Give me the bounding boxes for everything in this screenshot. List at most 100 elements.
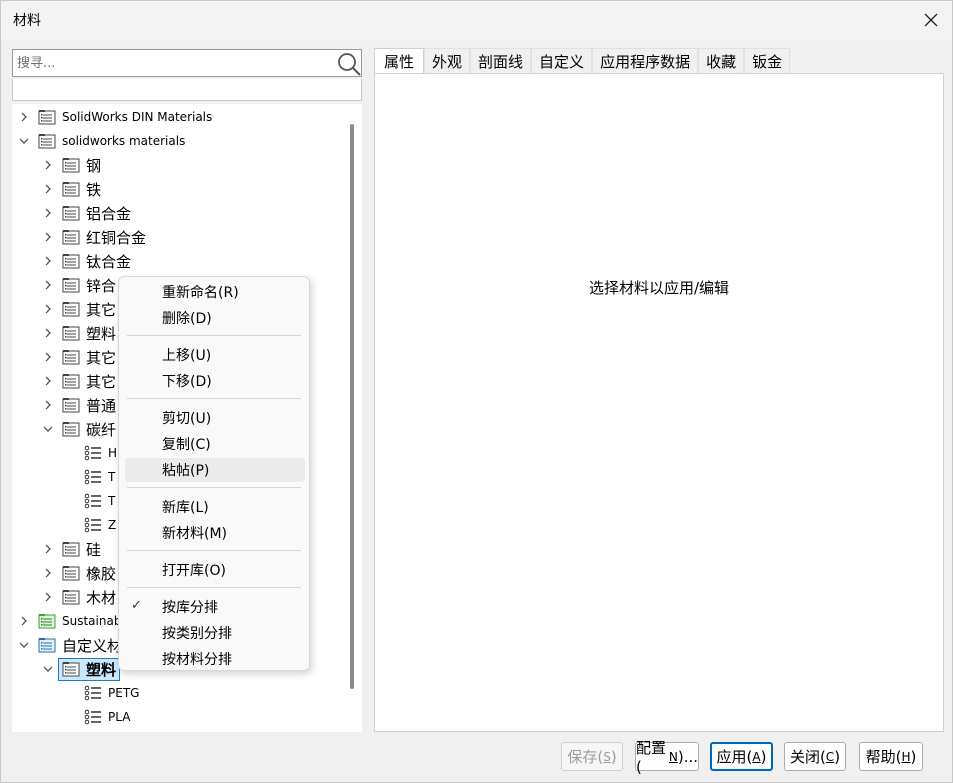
tab-favorites[interactable]: 收藏 bbox=[698, 48, 745, 73]
tree-item-solidworks-din-materials[interactable]: SolidWorks DIN Materials bbox=[18, 105, 212, 129]
category-folder-icon bbox=[62, 542, 80, 557]
menu-item-rename[interactable]: 重新命名(R) bbox=[125, 280, 305, 304]
chevron-right-icon[interactable] bbox=[42, 183, 54, 195]
search-input[interactable] bbox=[15, 52, 330, 74]
chevron-right-icon[interactable] bbox=[42, 591, 54, 603]
tab-crosshatch[interactable]: 剖面线 bbox=[470, 48, 532, 73]
chevron-right-icon[interactable] bbox=[42, 159, 54, 171]
menu-separator bbox=[127, 398, 301, 399]
menu-item-new-library[interactable]: 新库(L) bbox=[125, 495, 305, 519]
menu-separator bbox=[127, 487, 301, 488]
tree-item-label: 碳纤 bbox=[86, 420, 117, 439]
tree-item-category[interactable]: 木材 bbox=[42, 585, 116, 609]
close-window-button[interactable] bbox=[917, 7, 945, 33]
close-button-label-tail: ) bbox=[834, 747, 841, 766]
tree-item-category[interactable]: 碳纤 bbox=[42, 417, 116, 441]
menu-item-move-down[interactable]: 下移(D) bbox=[125, 369, 305, 393]
menu-item-delete[interactable]: 删除(D) bbox=[125, 306, 305, 330]
tree-item-category[interactable]: 硅 bbox=[42, 537, 101, 561]
tree-item-solidworks-materials[interactable]: solidworks materials bbox=[18, 129, 185, 153]
tree-item-category[interactable]: 铝合金 bbox=[42, 201, 131, 225]
chevron-right-icon[interactable] bbox=[18, 615, 30, 627]
tree-item-category[interactable]: 普通 bbox=[42, 393, 116, 417]
tree-item-material[interactable]: H bbox=[84, 441, 117, 465]
menu-item-copy[interactable]: 复制(C) bbox=[125, 432, 305, 456]
tree-item-category[interactable]: 锌合 bbox=[42, 273, 116, 297]
chevron-right-icon[interactable] bbox=[42, 351, 54, 363]
tree-item-category[interactable]: 铁 bbox=[42, 177, 101, 201]
tree-item-category[interactable]: 钢 bbox=[42, 153, 101, 177]
chevron-right-icon[interactable] bbox=[42, 231, 54, 243]
chevron-right-icon[interactable] bbox=[42, 567, 54, 579]
chevron-right-icon[interactable] bbox=[42, 375, 54, 387]
tree-item-material[interactable]: PETG bbox=[84, 681, 139, 705]
menu-item-open-library[interactable]: 打开库(O) bbox=[125, 558, 305, 582]
category-folder-icon bbox=[62, 206, 80, 221]
category-folder-icon bbox=[62, 254, 80, 269]
menu-item-paste[interactable]: 粘帖(P) bbox=[125, 458, 305, 482]
menu-item-new-material[interactable]: 新材料(M) bbox=[125, 521, 305, 545]
tree-item-label: T bbox=[108, 470, 116, 484]
chevron-right-icon[interactable] bbox=[42, 207, 54, 219]
menu-item-sort-by-category[interactable]: 按类别分排 bbox=[125, 621, 305, 645]
help-button-label-tail: ) bbox=[910, 747, 917, 766]
close-button[interactable]: 关闭(C) bbox=[784, 742, 846, 771]
tree-item-label: Sustainab bbox=[62, 614, 122, 628]
tree-item-category[interactable]: 钛合金 bbox=[42, 249, 131, 273]
tree-item-category[interactable]: 其它 bbox=[42, 345, 116, 369]
chevron-right-icon[interactable] bbox=[42, 255, 54, 267]
tab-properties[interactable]: 属性 bbox=[374, 48, 425, 73]
chevron-down-icon[interactable] bbox=[42, 423, 54, 435]
tab-sheet-metal[interactable]: 钣金 bbox=[744, 48, 791, 73]
apply-button[interactable]: 应用(A) bbox=[710, 742, 773, 771]
custom-library-icon bbox=[38, 638, 56, 653]
tab-custom[interactable]: 自定义 bbox=[531, 48, 593, 73]
tree-item-category[interactable]: 塑料 bbox=[42, 321, 116, 345]
chevron-right-icon[interactable] bbox=[42, 543, 54, 555]
chevron-right-icon[interactable] bbox=[42, 327, 54, 339]
tree-scrollbar[interactable] bbox=[350, 124, 354, 689]
tree-item-sustainability-library[interactable]: Sustainab bbox=[18, 609, 121, 633]
tree-item-label: solidworks materials bbox=[62, 134, 186, 148]
selected-tree-item[interactable]: 塑料 bbox=[58, 657, 121, 681]
tree-item-material[interactable]: PLA bbox=[84, 705, 130, 729]
tree-item-category-selected[interactable]: 塑料 bbox=[42, 657, 121, 681]
category-folder-icon bbox=[62, 158, 80, 173]
chevron-right-icon[interactable] bbox=[42, 303, 54, 315]
category-folder-icon bbox=[62, 566, 80, 581]
chevron-right-icon[interactable] bbox=[18, 111, 30, 123]
library-icon bbox=[38, 134, 56, 149]
tree-item-label: 塑料 bbox=[86, 660, 117, 679]
tree-item-label: 其它 bbox=[86, 300, 117, 319]
category-folder-icon bbox=[62, 662, 80, 677]
chevron-down-icon[interactable] bbox=[18, 639, 30, 651]
menu-item-move-up[interactable]: 上移(U) bbox=[125, 343, 305, 367]
help-button[interactable]: 帮助(H) bbox=[859, 742, 923, 771]
menu-item-cut[interactable]: 剪切(U) bbox=[125, 406, 305, 430]
tree-item-category[interactable]: 橡胶 bbox=[42, 561, 116, 585]
tab-application-data[interactable]: 应用程序数据 bbox=[592, 48, 699, 73]
tree-item-material[interactable]: T bbox=[84, 489, 115, 513]
tree-item-category[interactable]: 其它 bbox=[42, 369, 116, 393]
chevron-right-icon[interactable] bbox=[42, 399, 54, 411]
chevron-right-icon[interactable] bbox=[42, 279, 54, 291]
config-button[interactable]: 配置(N)... bbox=[635, 739, 699, 776]
tree-item-custom-library[interactable]: 自定义材 bbox=[18, 633, 122, 657]
chevron-down-icon[interactable] bbox=[42, 663, 54, 675]
apply-button-accelerator: A bbox=[752, 749, 761, 764]
tree-item-material[interactable]: T bbox=[84, 465, 115, 489]
context-menu: 重新命名(R) 删除(D) 上移(U) 下移(D) 剪切(U) 复制(C) 粘帖… bbox=[118, 276, 310, 671]
tree-item-category[interactable]: 其它 bbox=[42, 297, 116, 321]
menu-item-sort-by-library[interactable]: 按库分排 bbox=[125, 595, 305, 619]
menu-item-sort-by-material[interactable]: 按材料分排 bbox=[125, 647, 305, 671]
material-list-icon bbox=[84, 493, 101, 509]
category-folder-icon bbox=[62, 398, 80, 413]
properties-panel: 选择材料以应用/编辑 bbox=[374, 73, 944, 732]
tree-item-label: 其它 bbox=[86, 372, 117, 391]
search-icon[interactable] bbox=[336, 51, 362, 77]
tab-appearance[interactable]: 外观 bbox=[424, 48, 471, 73]
tree-item-category[interactable]: 红铜合金 bbox=[42, 225, 146, 249]
chevron-down-icon[interactable] bbox=[18, 135, 30, 147]
save-button[interactable]: 保存(S) bbox=[561, 742, 623, 771]
tree-item-material[interactable]: Z bbox=[84, 513, 116, 537]
